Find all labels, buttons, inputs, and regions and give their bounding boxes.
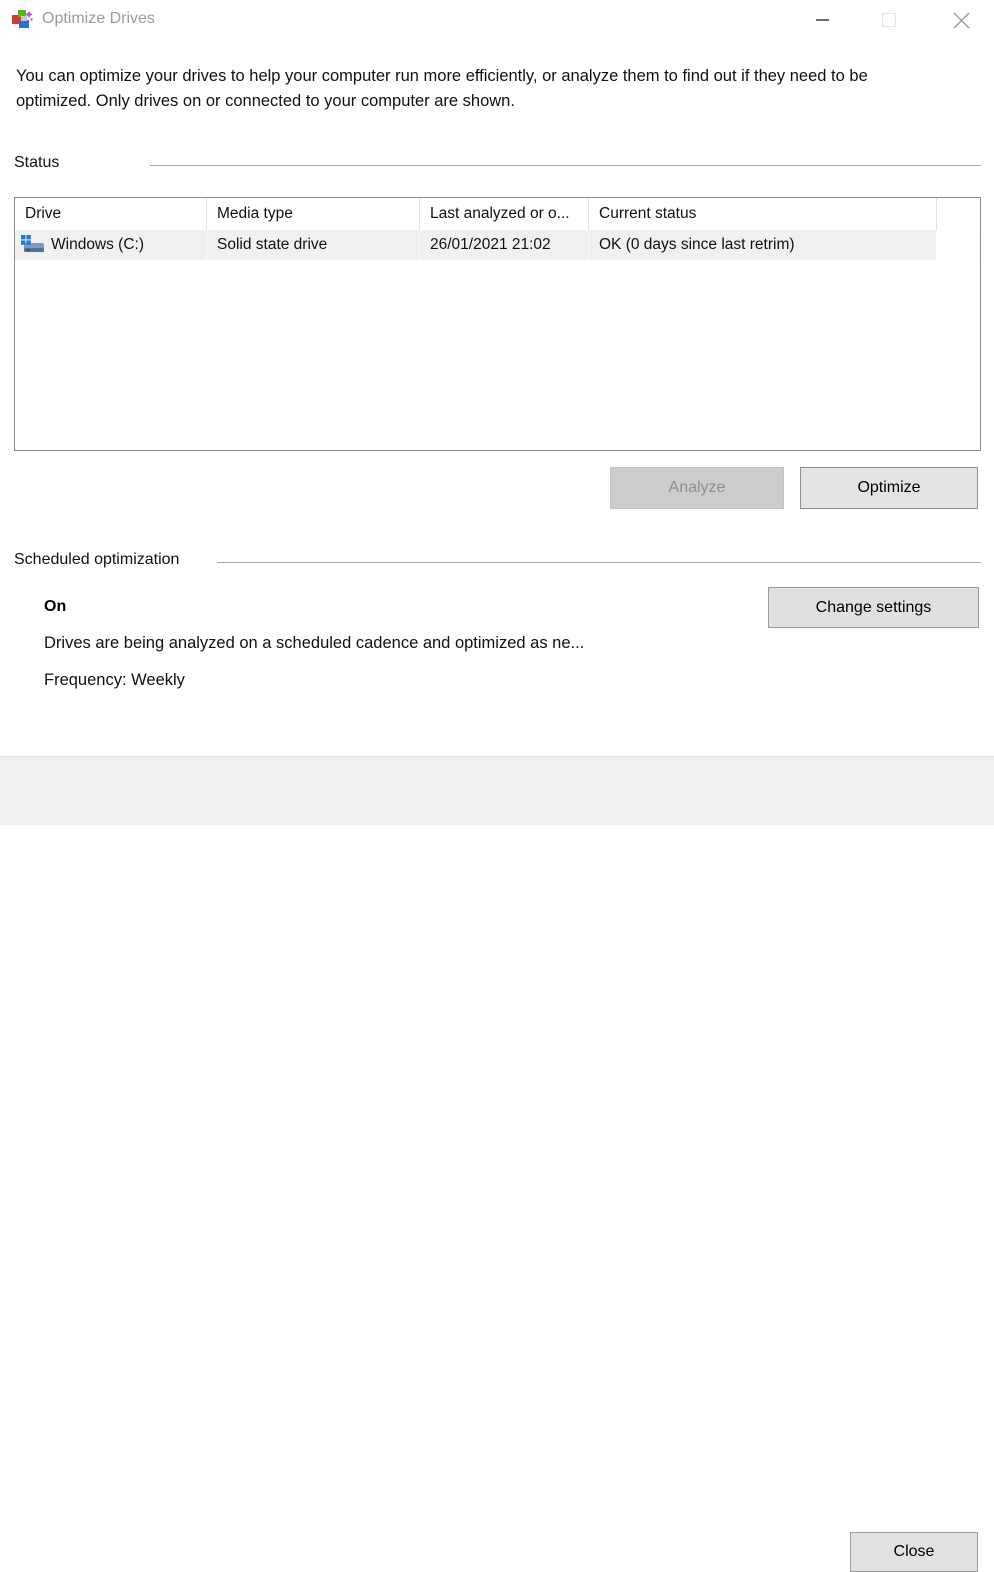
maximize-icon [882, 13, 896, 27]
cell-filler [937, 230, 980, 260]
optimize-button[interactable]: Optimize [800, 467, 978, 509]
drive-list-header: Drive Media type Last analyzed or o... C… [15, 198, 980, 230]
window-title: Optimize Drives [42, 10, 155, 28]
dialog-description: You can optimize your drives to help you… [16, 64, 922, 114]
defrag-app-icon [10, 8, 34, 32]
minimize-icon [816, 19, 829, 21]
column-header-media-type[interactable]: Media type [207, 198, 420, 230]
drive-icon [21, 235, 45, 255]
scheduled-description: Drives are being analyzed on a scheduled… [44, 634, 584, 653]
dialog-footer: Close [0, 756, 994, 825]
column-header-filler [937, 198, 980, 230]
change-settings-button[interactable]: Change settings [768, 587, 979, 628]
close-button[interactable]: Close [850, 1532, 978, 1572]
drive-list: Drive Media type Last analyzed or o... C… [14, 197, 981, 451]
cell-last-analyzed: 26/01/2021 21:02 [420, 230, 589, 260]
scheduled-section-divider [217, 562, 981, 563]
drive-name: Windows (C:) [51, 236, 144, 254]
scheduled-section-label: Scheduled optimization [14, 551, 179, 569]
column-header-current-status[interactable]: Current status [589, 198, 937, 230]
close-window-button[interactable] [938, 0, 984, 40]
minimize-button[interactable] [799, 0, 845, 40]
optimize-drives-dialog: Optimize Drives You can optimize your dr… [0, 0, 994, 825]
maximize-button[interactable] [866, 0, 912, 40]
cell-drive: Windows (C:) [15, 230, 207, 260]
table-row[interactable]: Windows (C:) Solid state drive 26/01/202… [15, 230, 980, 260]
cell-current-status: OK (0 days since last retrim) [589, 230, 937, 260]
column-header-last-analyzed[interactable]: Last analyzed or o... [420, 198, 589, 230]
status-section-divider [150, 165, 981, 166]
title-bar: Optimize Drives [0, 0, 994, 40]
analyze-button[interactable]: Analyze [610, 467, 784, 509]
column-header-drive[interactable]: Drive [15, 198, 207, 230]
scheduled-frequency: Frequency: Weekly [44, 671, 185, 690]
close-icon [953, 12, 970, 29]
cell-media-type: Solid state drive [207, 230, 420, 260]
status-section-label: Status [14, 154, 59, 172]
scheduled-state: On [44, 598, 66, 616]
